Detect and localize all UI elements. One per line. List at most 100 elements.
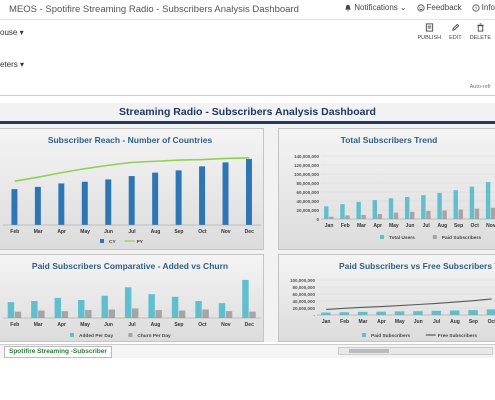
x-tick-label: Aug	[151, 229, 161, 235]
bar-churn-per-day	[85, 310, 92, 318]
parameters-toggle[interactable]: eters ▾	[0, 60, 24, 69]
bar-paid-subscribers	[393, 212, 399, 219]
bar-paid-subscribers	[458, 209, 463, 219]
feedback-button[interactable]: Feedback	[416, 3, 462, 12]
x-tick-label: Mar	[357, 223, 366, 229]
x-tick-label: May	[80, 322, 90, 328]
bar-paid-subscribers	[413, 311, 423, 315]
y-tick-label: 80,000,000	[292, 285, 315, 290]
x-tick-label: Mar	[359, 319, 368, 325]
bar-total-users	[469, 186, 475, 219]
chevron-down-icon: ⌄	[399, 3, 407, 12]
x-tick-label: Oct	[488, 319, 495, 325]
legend-swatch	[432, 235, 437, 239]
x-tick-label: Jun	[406, 223, 415, 229]
bar-paid-subscribers	[410, 211, 415, 219]
chart-svg: - 20,000,000 40,000,000 60,000,000 80,000,00…	[290, 278, 495, 339]
publish-button[interactable]: PUBLISH	[417, 23, 442, 41]
bar-cy	[11, 189, 18, 225]
edit-label: EDIT	[449, 35, 462, 41]
bar-total-users	[340, 204, 345, 219]
x-tick-label: Mar	[34, 229, 43, 235]
bar-cy	[152, 172, 159, 225]
bar-paid-subscribers	[442, 210, 447, 219]
x-tick-label: Nov	[486, 223, 495, 229]
bar-added-per-day	[195, 301, 202, 318]
legend-label: Churn Per Day	[137, 333, 171, 339]
x-tick-label: Feb	[340, 319, 349, 325]
bell-icon	[345, 4, 352, 12]
legend-swatch	[128, 333, 133, 337]
delete-button[interactable]: DELETE	[470, 23, 491, 41]
bar-cy	[128, 176, 135, 225]
bar-paid-subscribers	[345, 215, 350, 219]
chart-svg: Feb Mar Apr May Jun Jul Aug Sep Oct Nov Dec CY PY	[3, 157, 261, 245]
bar-churn-per-day	[225, 311, 233, 318]
publish-label: PUBLISH	[417, 35, 442, 41]
chart-panel-reach: Subscriber Reach - Number of Countries F…	[0, 128, 264, 250]
y-tick-label: 140,000,000	[294, 154, 320, 159]
caret-down-icon: ▾	[20, 60, 25, 69]
y-tick-label: 60,000,000	[296, 190, 319, 195]
legend-swatch	[70, 333, 74, 337]
bar-paid-subscribers	[361, 214, 366, 219]
delete-label: DELETE	[469, 35, 491, 41]
y-tick-label: 40,000,000	[292, 299, 315, 304]
x-tick-label: Jun	[104, 322, 113, 328]
bar-cy	[199, 166, 206, 225]
legend-swatch	[100, 239, 104, 243]
bar-paid-subscribers	[468, 310, 478, 315]
bar-cy	[81, 181, 88, 225]
bar-churn-per-day	[202, 309, 209, 318]
bar-cy	[34, 186, 41, 225]
scrollbar-thumb[interactable]	[349, 349, 389, 353]
x-tick-label: Jan	[325, 223, 334, 229]
bar-paid-subscribers	[431, 310, 442, 315]
x-tick-label: Dec	[245, 229, 254, 235]
bar-total-users	[372, 200, 378, 219]
pencil-icon	[452, 23, 460, 31]
workspace-selector[interactable]: ouse ▾	[0, 28, 24, 37]
footer-area	[0, 358, 495, 400]
bar-cy	[105, 179, 112, 225]
y-tick-label: 60,000,000	[292, 292, 315, 297]
y-tick-label: 20,000,000	[296, 208, 319, 213]
x-tick-label: Jul	[433, 319, 441, 325]
info-button[interactable]: ? Info	[472, 3, 495, 12]
y-tick-label: 80,000,000	[296, 181, 319, 186]
bar-added-per-day	[218, 303, 226, 318]
bar-added-per-day	[101, 295, 108, 318]
bar-paid-subscribers	[490, 207, 495, 219]
x-tick-label: Mar	[34, 322, 43, 328]
edit-button[interactable]: EDIT	[449, 23, 462, 41]
horizontal-scrollbar[interactable]	[338, 347, 493, 355]
bar-added-per-day	[171, 296, 179, 318]
bar-total-users	[324, 206, 329, 219]
x-tick-label: Jun	[414, 319, 423, 325]
bar-total-users	[404, 196, 410, 219]
x-tick-label: Apr	[373, 223, 382, 229]
legend-label: Total Users	[389, 235, 415, 241]
bar-paid-subscribers	[394, 311, 405, 315]
x-tick-label: Jul	[128, 322, 136, 328]
x-tick-label: Jan	[322, 319, 331, 325]
legend-label: PY	[137, 239, 144, 245]
x-tick-label: Aug	[450, 319, 460, 325]
legend-swatch	[380, 235, 384, 239]
sheet-tab[interactable]: Spotifire Streaming -Subscriber	[4, 346, 112, 358]
legend-label: Added Per Day	[79, 333, 113, 339]
y-tick-label: 0	[316, 217, 319, 222]
x-tick-label: Feb	[10, 229, 19, 235]
bar-total-users	[485, 182, 491, 219]
x-tick-label: Jun	[104, 229, 113, 235]
x-tick-label: Dec	[245, 322, 254, 328]
y-tick-label: 120,000,000	[294, 163, 320, 168]
bar-cy	[222, 162, 229, 225]
bar-paid-subscribers	[474, 208, 480, 219]
bar-total-users	[437, 192, 442, 219]
notifications-button[interactable]: Notifications ⌄	[344, 3, 407, 12]
y-tick-label: 40,000,000	[296, 199, 319, 204]
bar-churn-per-day	[14, 311, 22, 318]
x-tick-label: Oct	[198, 322, 207, 328]
bar-paid-subscribers	[377, 214, 383, 219]
